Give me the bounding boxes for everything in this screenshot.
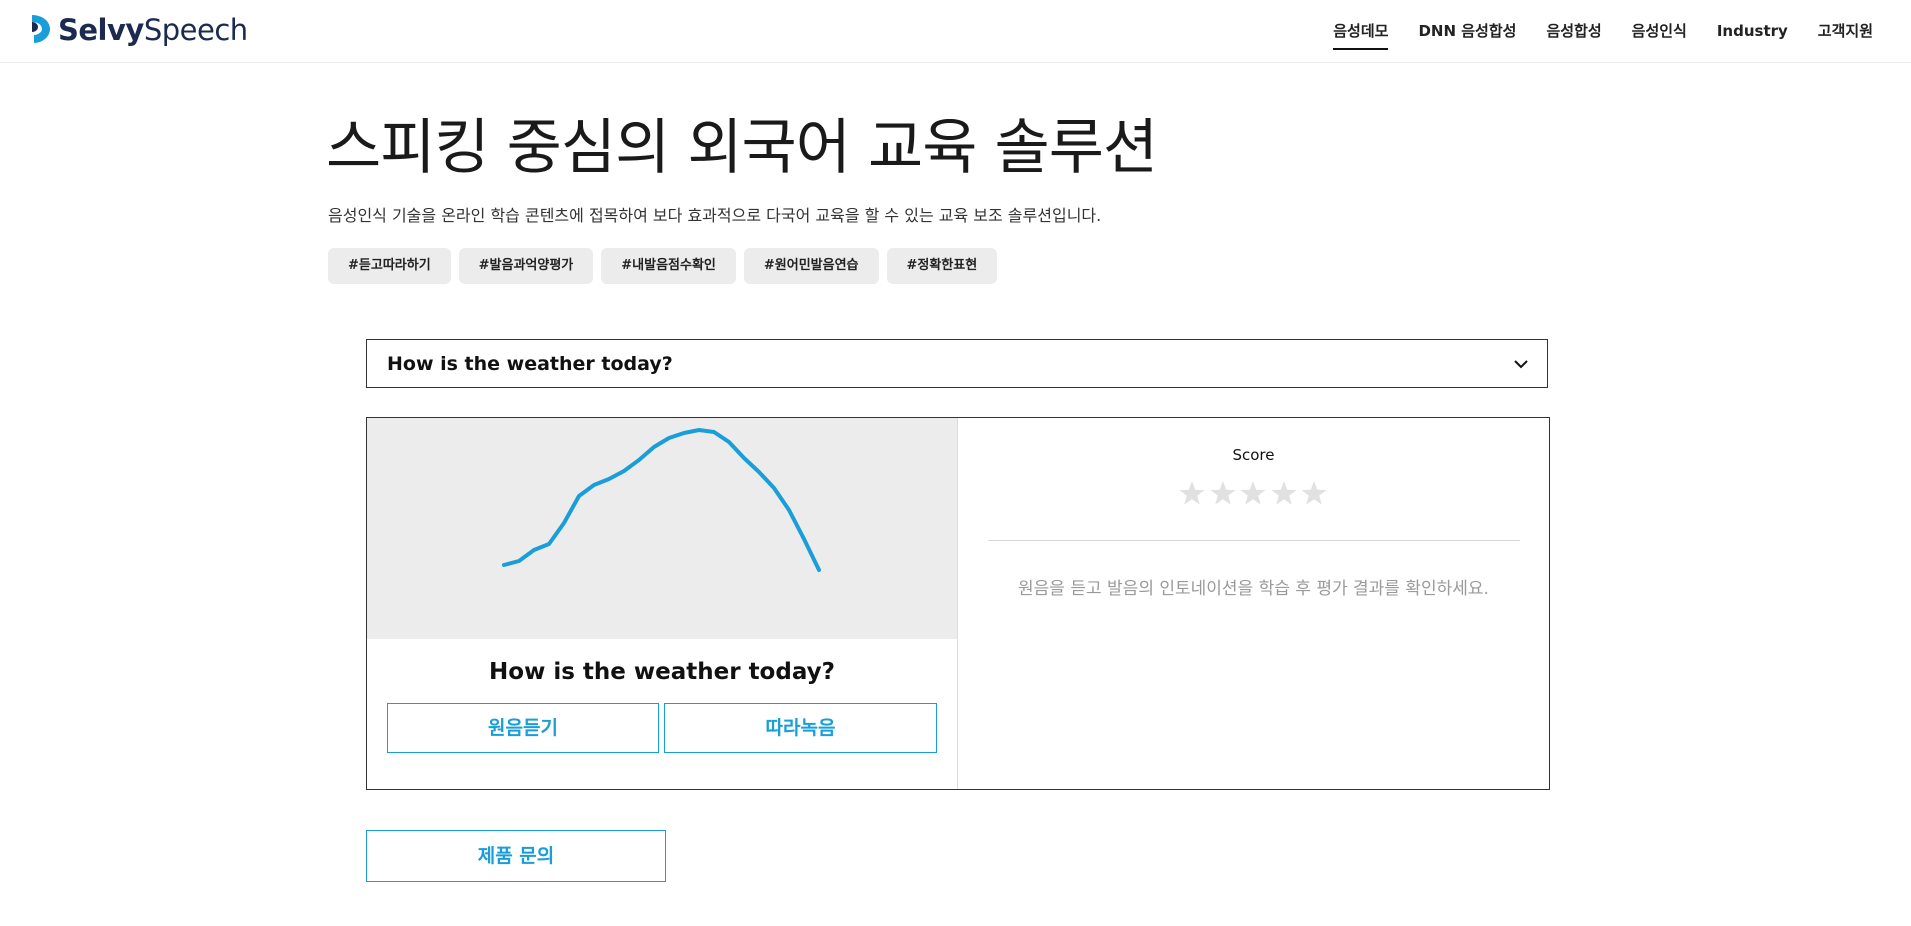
selvy-logo-icon xyxy=(32,15,50,43)
main-nav: 음성데모 DNN 음성합성 음성합성 음성인식 Industry 고객지원 xyxy=(1303,0,1873,62)
score-stars xyxy=(1179,480,1332,506)
site-header: SelvySpeech 음성데모 DNN 음성합성 음성합성 음성인식 Indu… xyxy=(0,0,1911,63)
tag: #듣고따라하기 xyxy=(328,248,451,284)
sentence-select-value: How is the weather today? xyxy=(387,353,673,375)
practice-panel: How is the weather today? 원음듣기 따라녹음 Scor… xyxy=(366,417,1550,790)
tag-list: #듣고따라하기 #발음과억양평가 #내발음점수확인 #원어민발음연습 #정확한표… xyxy=(328,248,1005,284)
page-subtitle: 음성인식 기술을 온라인 학습 콘텐츠에 접목하여 보다 효과적으로 다국어 교… xyxy=(328,206,1102,225)
star-icon xyxy=(1210,481,1235,505)
tag: #내발음점수확인 xyxy=(601,248,736,284)
score-label: Score xyxy=(1232,446,1275,464)
panel-divider xyxy=(957,418,958,789)
intonation-curve xyxy=(502,428,821,572)
tag: #원어민발음연습 xyxy=(743,248,879,284)
nav-item-asr[interactable]: 음성인식 xyxy=(1632,0,1687,62)
tag: #발음과억양평가 xyxy=(458,248,594,284)
star-icon xyxy=(1179,481,1205,505)
tag: #정확한표현 xyxy=(886,248,998,284)
star-icon xyxy=(1240,481,1266,505)
record-follow-button[interactable]: 따라녹음 xyxy=(664,703,937,753)
logo[interactable]: SelvySpeech xyxy=(28,10,248,50)
nav-item-voice-demo[interactable]: 음성데모 xyxy=(1333,0,1389,62)
nav-item-industry[interactable]: Industry xyxy=(1717,0,1788,62)
nav-item-tts[interactable]: 음성합성 xyxy=(1546,0,1601,62)
practice-sentence: How is the weather today? xyxy=(489,659,835,685)
product-inquiry-button[interactable]: 제품 문의 xyxy=(366,830,666,882)
star-icon xyxy=(1271,481,1296,505)
nav-item-support[interactable]: 고객지원 xyxy=(1818,0,1873,62)
star-icon xyxy=(1301,481,1327,505)
logo-text-light: Speech xyxy=(143,13,248,47)
logo-text-bold: Selvy xyxy=(58,13,144,47)
score-divider xyxy=(988,540,1520,541)
page-title: 스피킹 중심의 외국어 교육 솔루션 xyxy=(326,113,1158,183)
score-hint: 원음을 듣고 발음의 인토네이션을 학습 후 평가 결과를 확인하세요. xyxy=(1018,579,1489,599)
chevron-down-icon xyxy=(1514,360,1528,369)
listen-original-button[interactable]: 원음듣기 xyxy=(387,703,659,753)
intonation-graph xyxy=(367,418,957,639)
pitch-curve-line xyxy=(502,428,821,572)
nav-item-dnn-tts[interactable]: DNN 음성합성 xyxy=(1418,0,1516,62)
sentence-select[interactable]: How is the weather today? xyxy=(366,339,1548,388)
